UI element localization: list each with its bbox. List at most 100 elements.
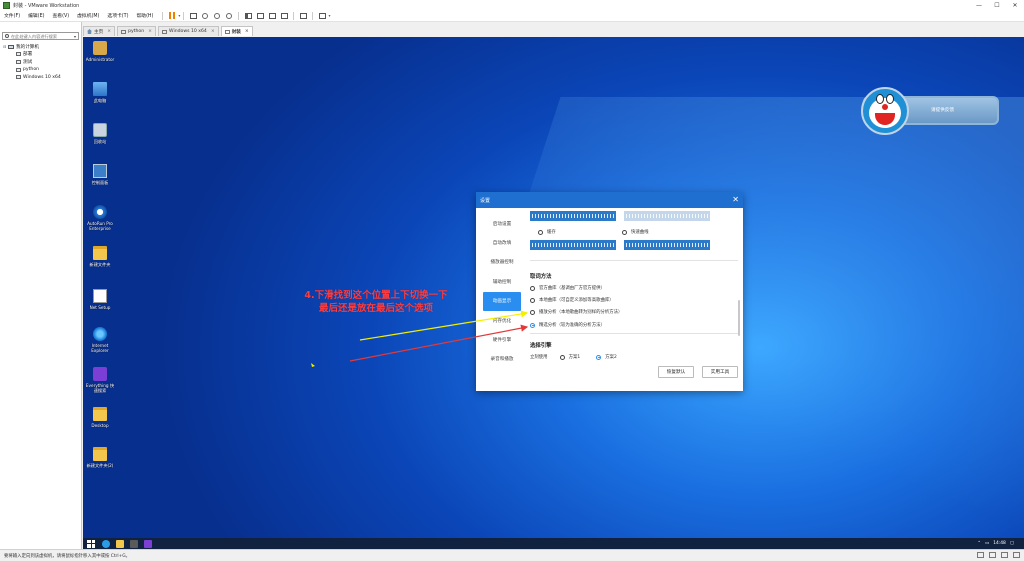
method-option-local[interactable]: 本地曲库（可自定义添加等高歌曲库） xyxy=(530,297,614,303)
engine-option[interactable]: 方案1 xyxy=(569,354,581,360)
doraemon-avatar[interactable] xyxy=(861,87,909,135)
show-library-button[interactable] xyxy=(244,12,253,20)
radio-label: 官方曲库（基调由厂方官方提供） xyxy=(539,286,605,291)
close-tab-icon[interactable]: × xyxy=(107,29,111,34)
menu-edit[interactable]: 编辑(E) xyxy=(24,12,48,19)
home-icon xyxy=(87,29,92,34)
restore-default-button[interactable]: 恢复默认 xyxy=(658,366,694,378)
nav-item-engine[interactable]: 硬件引擎 xyxy=(478,330,526,349)
menu-vm[interactable]: 虚拟机(M) xyxy=(73,12,103,19)
menu-file[interactable]: 文件(F) xyxy=(0,12,24,19)
annotation-line: 4.下滑找到这个位置上下切换一下 xyxy=(304,290,448,301)
desktop-icon-everything[interactable]: Everything 快速搜索 xyxy=(85,367,115,393)
nav-item-player-control[interactable]: 播放器控制 xyxy=(478,253,526,272)
desktop-icon-folder[interactable]: 新建文件夹 xyxy=(85,246,115,267)
desktop-icon-label: Desktop xyxy=(91,423,109,428)
windows-start-icon[interactable] xyxy=(87,539,95,548)
hdd-icon[interactable] xyxy=(977,552,984,558)
tree-item-vm[interactable]: Windows 10 x64 xyxy=(0,73,81,81)
vm-tabs: 主页 × python × Windows 10 x64 × 封装 × xyxy=(83,26,255,36)
wave-option-curve[interactable]: 快速曲线 xyxy=(622,229,649,235)
revert-snapshot-button[interactable] xyxy=(213,12,222,20)
desktop-icon-this-pc[interactable]: 此电脑 xyxy=(85,82,115,103)
tree-item-vm[interactable]: 测试 xyxy=(0,58,81,66)
engine-option[interactable]: 方案2 xyxy=(605,354,617,360)
menu-tabs[interactable]: 选项卡(T) xyxy=(103,12,132,19)
desktop-icon-net-setup[interactable]: Net Setup xyxy=(85,289,115,310)
radio-icon[interactable] xyxy=(559,354,565,360)
fullscreen-button[interactable] xyxy=(268,12,277,20)
manage-snapshot-button[interactable] xyxy=(225,12,234,20)
send-keys-button[interactable] xyxy=(189,12,198,20)
desktop-icon-label: Internet Explorer xyxy=(91,343,109,353)
close-icon[interactable]: ✕ xyxy=(732,195,739,204)
library-search-input[interactable] xyxy=(10,33,74,39)
stretch-dropdown-icon[interactable]: ▾ xyxy=(328,13,330,18)
settings-app-icon[interactable] xyxy=(144,539,152,548)
tree-item-label: python xyxy=(23,67,40,73)
method-option-playback[interactable]: 播放分析（本地歌曲转为别样的分析方法） xyxy=(530,309,622,315)
radio-label: 本地曲库（可自定义添加等高歌曲库） xyxy=(539,298,614,303)
nav-item-memory[interactable]: 内存优化 xyxy=(478,311,526,330)
thumbnail-button[interactable] xyxy=(256,12,265,20)
library-panel: ▾ ⊟ 我的计算机 部署 测试 python Windows 10 x64 xyxy=(0,22,82,549)
tab-windows10[interactable]: Windows 10 x64 × xyxy=(158,26,219,36)
console-view-button[interactable] xyxy=(299,12,308,20)
tab-fengzhuang[interactable]: 封装 × xyxy=(220,26,253,36)
search-icon xyxy=(5,34,9,38)
sound-icon[interactable] xyxy=(1013,552,1020,558)
tree-root[interactable]: ⊟ 我的计算机 xyxy=(0,43,81,51)
method-option-official[interactable]: 官方曲库（基调由厂方官方提供） xyxy=(530,285,605,291)
tab-home[interactable]: 主页 × xyxy=(83,26,116,36)
search-dropdown-icon[interactable]: ▾ xyxy=(74,34,76,39)
pause-dropdown-icon[interactable]: ▾ xyxy=(178,13,180,18)
close-tab-icon[interactable]: × xyxy=(245,29,249,34)
unity-button[interactable] xyxy=(280,12,289,20)
taskbar-clock[interactable]: 14:48 xyxy=(993,541,1006,546)
desktop-icon-control-panel[interactable]: 控制面板 xyxy=(85,164,115,185)
desktop-icon-ie[interactable]: Internet Explorer xyxy=(85,327,115,353)
vm-tree: ⊟ 我的计算机 部署 测试 python Windows 10 x64 xyxy=(0,43,81,81)
chevron-up-icon[interactable]: ⌃ xyxy=(977,541,981,546)
minimize-icon[interactable]: — xyxy=(970,0,988,10)
pause-button[interactable] xyxy=(168,12,177,20)
wave-preview-row xyxy=(530,240,720,250)
radio-icon[interactable] xyxy=(596,354,602,360)
snapshot-button[interactable] xyxy=(201,12,210,20)
usb-icon[interactable] xyxy=(1001,552,1008,558)
close-tab-icon[interactable]: × xyxy=(211,29,215,34)
menu-help[interactable]: 帮助(H) xyxy=(132,12,157,19)
network-icon[interactable]: ▭ xyxy=(985,541,989,546)
nav-item-autofill[interactable]: 自动改填 xyxy=(478,233,526,252)
method-option-precise[interactable]: 精选分析（较为准确的分析方法） xyxy=(530,322,605,328)
window-title: 封装 - VMware Workstation xyxy=(13,2,80,9)
maximize-icon[interactable]: ☐ xyxy=(988,0,1006,10)
network-adapter-icon[interactable] xyxy=(989,552,996,558)
tree-root-label: 我的计算机 xyxy=(16,44,39,50)
menu-view[interactable]: 查看(V) xyxy=(48,12,73,19)
close-tab-icon[interactable]: × xyxy=(148,29,152,34)
tools-button[interactable]: 实用工具 xyxy=(702,366,738,378)
nav-item-assist-control[interactable]: 辅助控制 xyxy=(478,272,526,291)
tab-python[interactable]: python × xyxy=(117,26,156,36)
tree-item-vm[interactable]: 部署 xyxy=(0,51,81,59)
stretch-button[interactable] xyxy=(318,12,327,20)
nav-item-animation[interactable]: 动画显示 xyxy=(483,291,521,311)
desktop-icon-autorun[interactable]: AutoRun Pro Enterprise xyxy=(85,205,115,231)
desktop-icon-folder-2[interactable]: 新建文件夹(2) xyxy=(85,447,115,468)
notification-icon[interactable]: ▢ xyxy=(1010,541,1014,546)
close-icon[interactable]: ✕ xyxy=(1006,0,1024,10)
radio-icon xyxy=(622,229,627,235)
nav-item-record[interactable]: 录音和播放 xyxy=(478,350,526,369)
desktop-icon-user[interactable]: Administrator xyxy=(85,41,115,62)
desktop-icon-recycle-bin[interactable]: 回收站 xyxy=(85,123,115,144)
settings-scrollbar[interactable] xyxy=(738,300,740,336)
explorer-icon[interactable] xyxy=(116,539,124,548)
wave-option-cache[interactable]: 缓存 xyxy=(538,229,556,235)
tree-item-vm[interactable]: python xyxy=(0,66,81,74)
app-icon[interactable] xyxy=(130,539,138,548)
nav-item-startup[interactable]: 启动设置 xyxy=(478,214,526,233)
desktop-icon-label: 回收站 xyxy=(93,139,107,144)
edge-icon[interactable] xyxy=(102,539,110,548)
desktop-icon-desktop-folder[interactable]: Desktop xyxy=(85,407,115,428)
